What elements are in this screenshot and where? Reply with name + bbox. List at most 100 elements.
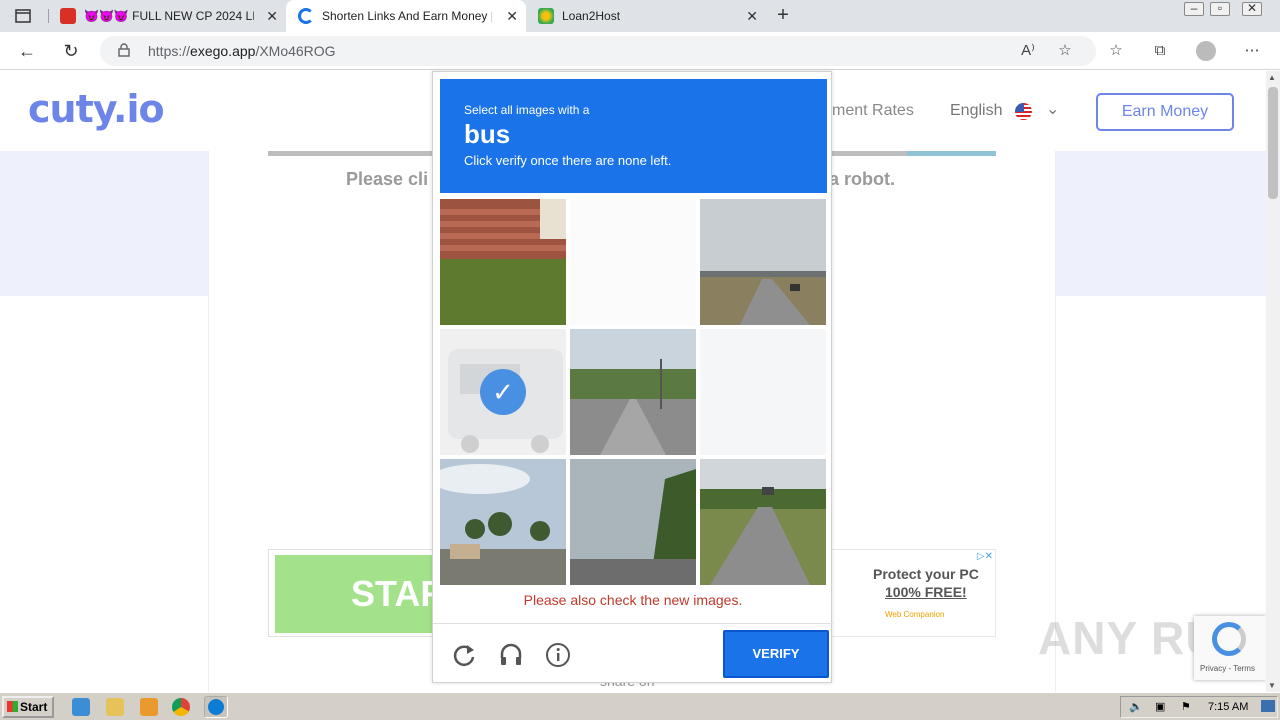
start-label: Start (20, 700, 48, 714)
favorites-icon[interactable]: ☆ (1106, 41, 1126, 61)
captcha-tile-1[interactable] (440, 199, 566, 325)
network-icon[interactable]: ▣ (1155, 700, 1165, 713)
earn-money-button[interactable]: Earn Money (1096, 93, 1234, 131)
flag-icon[interactable]: ⚑ (1181, 700, 1191, 713)
progress-fill (907, 151, 996, 156)
desktop-icon[interactable] (1261, 700, 1275, 712)
ad-left: STAR (268, 549, 446, 637)
tab-title: Loan2Host (562, 9, 621, 23)
tab-actions-button[interactable] (8, 5, 38, 27)
volume-icon[interactable]: 🔈 (1129, 700, 1143, 713)
captcha-tile-3[interactable] (700, 199, 826, 325)
captcha-tile-4[interactable]: ✓ (440, 329, 566, 455)
tile-image (570, 329, 696, 455)
tile-image (700, 329, 826, 455)
tile-image (570, 459, 696, 585)
media-player-icon[interactable] (140, 698, 158, 716)
captcha-tile-5[interactable] (570, 329, 696, 455)
nav-payment-rates[interactable]: ment Rates (832, 102, 914, 120)
browser-tab-bar: 😈😈😈 FULL NEW CP 2024 LIVES ✕ Shorten Lin… (0, 0, 1280, 32)
close-tab-icon[interactable]: ✕ (266, 8, 278, 25)
captcha-target: bus (464, 119, 511, 149)
site-logo[interactable]: cuty.io (28, 87, 165, 131)
lock-icon (118, 43, 130, 57)
folder-icon[interactable] (106, 698, 124, 716)
recaptcha-terms[interactable]: Privacy - Terms (1200, 664, 1255, 673)
tab-favicon-icon (60, 8, 76, 24)
tab-favicon-icon (538, 8, 554, 24)
ie-icon[interactable] (72, 698, 90, 716)
headphones-icon[interactable] (498, 642, 524, 668)
add-favorite-icon[interactable]: ☆ (1055, 41, 1075, 61)
captcha-prompt: Select all images with a (464, 103, 590, 117)
tab-favicon-icon (298, 8, 314, 24)
captcha-header: Select all images with a bus Click verif… (440, 79, 827, 193)
captcha-tile-7[interactable] (440, 459, 566, 585)
page-scrollbar[interactable]: ▲ ▼ (1266, 71, 1280, 692)
url-scheme: https:// (148, 43, 191, 59)
url-path: /XMo46ROG (255, 43, 336, 59)
close-tab-icon[interactable]: ✕ (506, 8, 518, 25)
tab-actions-icon (15, 9, 31, 23)
close-window-button[interactable]: ✕ (1242, 2, 1262, 16)
captcha-tile-9[interactable] (700, 459, 826, 585)
ad-right[interactable]: ▷✕ Protect your PC 100% FREE! Web Compan… (830, 549, 996, 637)
scroll-up-icon[interactable]: ▲ (1268, 73, 1276, 82)
chevron-down-icon[interactable]: ⌄ (1046, 99, 1059, 119)
reload-icon[interactable] (451, 642, 477, 668)
captcha-instructions: Click verify once there are none left. (464, 153, 672, 168)
scroll-down-icon[interactable]: ▼ (1268, 681, 1276, 690)
start-button[interactable]: STAR (275, 555, 446, 633)
tile-image (570, 199, 696, 325)
url-text: https://exego.app/XMo46ROG (148, 43, 336, 59)
tile-image (700, 459, 826, 585)
language-selector[interactable]: English (950, 102, 1002, 120)
tab-loan2host[interactable]: Loan2Host ✕ (526, 0, 766, 32)
tile-image (440, 199, 566, 325)
url-host: exego.app (190, 43, 256, 59)
tile-image (440, 459, 566, 585)
address-toolbar: ← ↻ https://exego.app/XMo46ROG A⁾ ☆ ☆ ⧉ … (0, 32, 1280, 70)
instruction-text-left: Please cli (346, 169, 429, 189)
verify-button[interactable]: VERIFY (723, 630, 829, 678)
captcha-tile-6[interactable] (700, 329, 826, 455)
tile-image (700, 199, 826, 325)
back-icon[interactable]: ← (16, 40, 38, 62)
address-bar[interactable]: https://exego.app/XMo46ROG A⁾ ☆ (100, 36, 1096, 66)
chrome-icon[interactable] (172, 698, 190, 716)
edge-taskbar-button[interactable] (204, 696, 228, 718)
windows-logo-icon (7, 701, 18, 712)
read-aloud-icon[interactable]: A⁾ (1018, 41, 1038, 61)
captcha-tile-2[interactable] (570, 199, 696, 325)
us-flag-icon (1015, 103, 1032, 120)
recaptcha-badge[interactable]: Privacy - Terms (1194, 616, 1266, 680)
refresh-icon[interactable]: ↻ (60, 40, 82, 62)
captcha-dialog: Select all images with a bus Click verif… (432, 71, 833, 683)
info-icon[interactable] (545, 642, 571, 668)
captcha-divider (433, 623, 833, 624)
profile-avatar-icon[interactable] (1196, 41, 1216, 61)
ad-brand: Web Companion (885, 610, 945, 619)
new-tab-button[interactable]: + (772, 5, 794, 27)
start-button-windows[interactable]: Start (2, 696, 54, 718)
taskbar: Start 🔈 ▣ ⚑ 7:15 AM (0, 692, 1280, 720)
ad-close-icon[interactable]: ▷✕ (977, 551, 993, 562)
close-tab-icon[interactable]: ✕ (746, 8, 758, 25)
captcha-error: Please also check the new images. (523, 592, 743, 608)
clock: 7:15 AM (1208, 701, 1249, 713)
recaptcha-logo-icon (1212, 622, 1246, 656)
minimize-button[interactable]: – (1184, 2, 1204, 16)
tab-title: 😈😈😈 FULL NEW CP 2024 LIVES (84, 9, 254, 23)
scrollbar-thumb[interactable] (1268, 87, 1278, 199)
more-options-icon[interactable]: ⋯ (1242, 41, 1262, 61)
collections-icon[interactable]: ⧉ (1150, 41, 1170, 61)
tab-cp2024[interactable]: 😈😈😈 FULL NEW CP 2024 LIVES ✕ (48, 0, 286, 32)
restore-button[interactable]: ▫ (1210, 2, 1230, 16)
tab-title: Shorten Links And Earn Money | C (322, 9, 492, 23)
tab-cuty[interactable]: Shorten Links And Earn Money | C ✕ (286, 0, 526, 32)
ad-subline: 100% FREE! (885, 584, 967, 600)
system-tray: 🔈 ▣ ⚑ (1120, 696, 1278, 718)
captcha-tile-8[interactable] (570, 459, 696, 585)
ad-headline: Protect your PC (873, 566, 979, 582)
edge-icon (208, 699, 224, 715)
